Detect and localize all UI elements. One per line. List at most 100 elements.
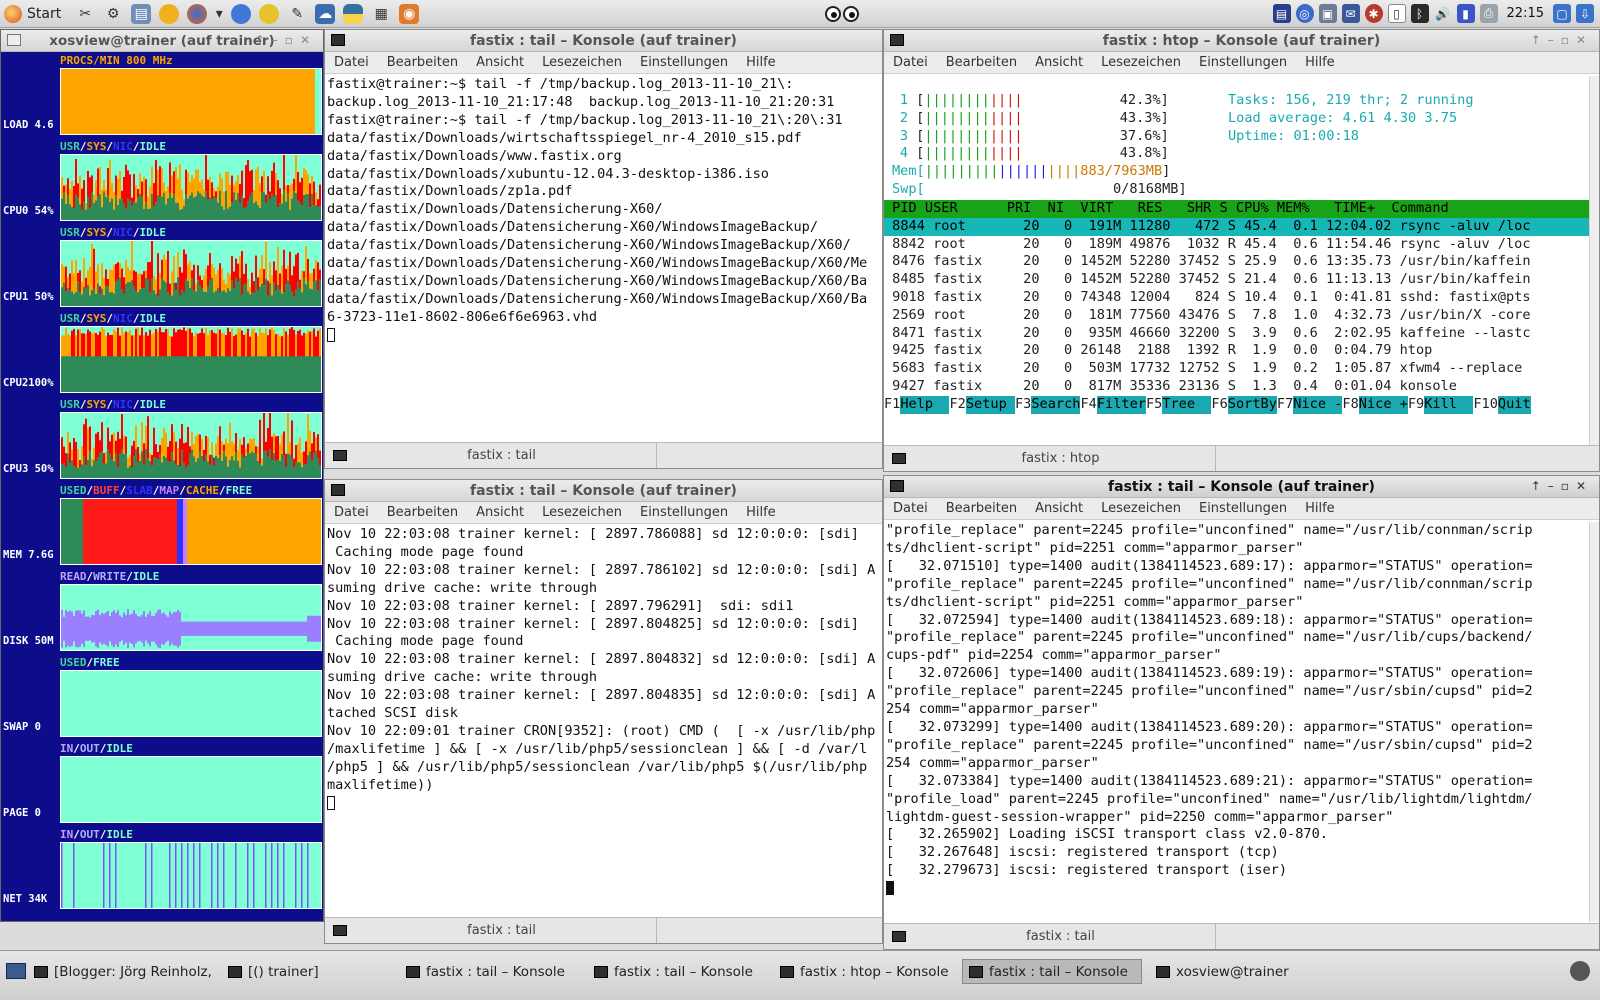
taskbar-item[interactable]: fastix : tail – Konsole [588,959,766,984]
fkey-f5[interactable]: F5 [1146,396,1162,414]
fkey-label[interactable]: SortBy [1227,395,1277,414]
menu-lesezeichen[interactable]: Lesezeichen [533,505,631,520]
tail2-titlebar[interactable]: fastix : tail – Konsole (auf trainer) [325,480,882,502]
process-row[interactable]: 9427 fastix 20 0 817M 35336 23136 S 1.3 … [884,378,1592,396]
taskbar-item[interactable]: [Blogger: Jörg Reinholz, ... [28,959,216,984]
fkey-f10[interactable]: F10 [1473,396,1498,414]
globe-tray-icon[interactable]: ◎ [1295,4,1314,23]
xosview-titlebar[interactable]: xosview@trainer (auf trainer) ↑–▫✕ [1,30,323,52]
menu-einstellungen[interactable]: Einstellungen [631,55,737,70]
update-tray-icon[interactable]: ✱ [1364,4,1383,23]
download-tray-icon[interactable]: ⇩ [1576,4,1594,23]
tab-tail[interactable]: fastix : tail [347,918,657,943]
fkey-f6[interactable]: F6 [1211,396,1227,414]
filemanager-icon[interactable]: ▤ [131,3,152,24]
taskbar-item[interactable]: xosview@trainer [1150,959,1290,984]
menu-datei[interactable]: Datei [325,55,378,70]
taskbar-item[interactable]: fastix : tail – Konsole [962,959,1142,984]
menu-ansicht[interactable]: Ansicht [467,55,533,70]
fkey-label[interactable]: Filter [1096,395,1146,414]
menu-einstellungen[interactable]: Einstellungen [1190,55,1296,70]
network-icon[interactable] [259,3,280,24]
fkey-f3[interactable]: F3 [1015,396,1031,414]
fkey-label[interactable]: Search [1031,395,1081,414]
window-controls[interactable]: ↑–▫✕ [1531,33,1593,47]
terminal-output[interactable]: "profile_replace" parent=2245 profile="u… [884,520,1590,920]
fkey-label[interactable]: Nice - [1293,395,1343,414]
process-table-header[interactable]: PID USER PRI NI VIRT RES SHR S CPU% MEM%… [884,200,1592,218]
process-row[interactable]: 2569 root 20 0 181M 77560 43476 S 7.8 1.… [884,307,1592,325]
fkey-f9[interactable]: F9 [1408,396,1424,414]
notes-icon[interactable]: ▦ [371,4,391,24]
wifi-tray-icon[interactable]: ▮ [1456,4,1475,23]
menu-bearbeiten[interactable]: Bearbeiten [937,501,1026,516]
fkey-f8[interactable]: F8 [1342,396,1358,414]
mail-tray-icon[interactable]: ✉ [1341,4,1360,23]
menu-bearbeiten[interactable]: Bearbeiten [378,55,467,70]
menu-hilfe[interactable]: Hilfe [1296,501,1344,516]
notes-tray-icon[interactable]: ▤ [1272,4,1291,23]
process-row[interactable]: 9018 fastix 20 0 74348 12004 824 S 10.4 … [884,289,1592,307]
fkey-label[interactable]: Kill [1424,395,1474,414]
start-button[interactable]: Start [0,0,69,28]
tray-icon-right[interactable] [1570,961,1590,981]
fkey-f7[interactable]: F7 [1277,396,1293,414]
tail3-titlebar[interactable]: fastix : tail – Konsole (auf trainer) ↑–… [884,476,1599,498]
menu-einstellungen[interactable]: Einstellungen [1190,501,1296,516]
fkey-label[interactable]: Setup [965,395,1015,414]
fkey-f2[interactable]: F2 [949,396,965,414]
editor-icon[interactable]: ✎ [287,4,307,24]
menu-ansicht[interactable]: Ansicht [1026,501,1092,516]
fkey-label[interactable]: Tree [1162,395,1212,414]
fkey-f4[interactable]: F4 [1080,396,1096,414]
python-icon[interactable] [343,3,364,24]
menu-lesezeichen[interactable]: Lesezeichen [1092,55,1190,70]
window-controls[interactable]: ↑–▫✕ [255,33,317,47]
cloud-icon[interactable]: ☁ [315,3,336,24]
process-row[interactable]: 8471 fastix 20 0 935M 46660 32200 S 3.9 … [884,325,1592,343]
bluetooth-tray-icon[interactable]: ᛒ [1410,4,1429,23]
taskbar-item[interactable]: [() trainer] [222,959,372,984]
fkey-label[interactable]: Nice + [1358,395,1408,414]
menu-bearbeiten[interactable]: Bearbeiten [937,55,1026,70]
htop-output[interactable]: 1 [|||||||||||| 42.3%] 2 [|||||||||||| 43… [884,74,1592,444]
tail1-titlebar[interactable]: fastix : tail – Konsole (auf trainer) [325,30,882,52]
process-row[interactable]: 8485 fastix 20 0 1452M 52280 37452 S 21.… [884,271,1592,289]
fkey-label[interactable]: Help [900,395,950,414]
process-row[interactable]: 8844 root 20 0 191M 11280 472 S 45.4 0.1… [884,217,1592,236]
fkey-f1[interactable]: F1 [884,396,900,414]
window-controls[interactable]: ↑–▫✕ [1531,479,1593,493]
menu-datei[interactable]: Datei [884,501,937,516]
firefox-icon[interactable] [187,3,208,24]
htop-titlebar[interactable]: fastix : htop – Konsole (auf trainer) ↑–… [884,30,1599,52]
clock[interactable]: 22:15 [1507,6,1544,21]
menu-hilfe[interactable]: Hilfe [737,55,785,70]
terminal-output[interactable]: Nov 10 22:03:08 trainer kernel: [ 2897.7… [325,524,882,914]
menu-datei[interactable]: Datei [884,55,937,70]
menu-bearbeiten[interactable]: Bearbeiten [378,505,467,520]
fkey-label[interactable]: Quit [1497,395,1531,414]
tab-tail[interactable]: fastix : tail [347,443,657,468]
process-row[interactable]: 5683 fastix 20 0 503M 17732 12752 S 1.9 … [884,360,1592,378]
tab-htop[interactable]: fastix : htop [906,446,1216,471]
menu-ansicht[interactable]: Ansicht [1026,55,1092,70]
menu-datei[interactable]: Datei [325,505,378,520]
clipboard-tray-icon[interactable]: ▯ [1387,4,1406,23]
document-icon[interactable]: ◉ [399,3,420,24]
terminal-output[interactable]: fastix@trainer:~$ tail -f /tmp/backup.lo… [325,74,882,440]
network-tray-icon[interactable]: ▣ [1318,4,1337,23]
menu-hilfe[interactable]: Hilfe [737,505,785,520]
taskbar-item[interactable]: fastix : htop – Konsole [774,959,952,984]
menu-lesezeichen[interactable]: Lesezeichen [1092,501,1190,516]
settings-icon[interactable]: ⚙ [103,4,123,24]
chromium-icon[interactable] [231,3,252,24]
tail3-scrollbar[interactable] [1589,522,1599,922]
htop-scrollbar[interactable] [1589,76,1599,448]
shell-icon[interactable] [159,3,180,24]
menu-ansicht[interactable]: Ansicht [467,505,533,520]
process-row[interactable]: 9425 fastix 20 0 26148 2188 1392 R 1.9 0… [884,342,1592,360]
dropdown-icon[interactable]: ▾ [215,4,223,24]
process-row[interactable]: 8476 fastix 20 0 1452M 52280 37452 S 25.… [884,253,1592,271]
menu-lesezeichen[interactable]: Lesezeichen [533,55,631,70]
process-row[interactable]: 8842 root 20 0 189M 49876 1032 R 45.4 0.… [884,236,1592,254]
